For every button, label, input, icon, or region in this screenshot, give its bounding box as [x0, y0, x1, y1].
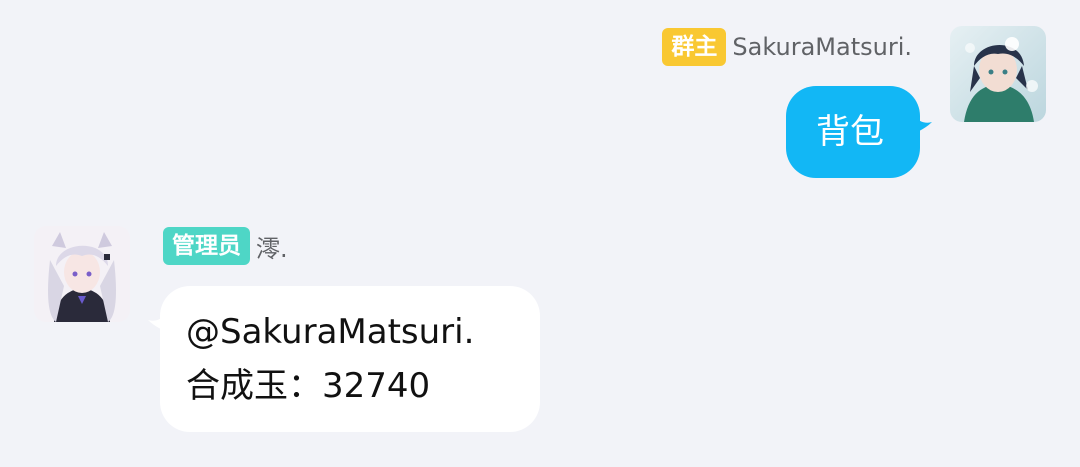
message-incoming: 管理员 澪. @SakuraMatsuri. 合成玉：32740 [0, 200, 1080, 467]
sender-name[interactable]: SakuraMatsuri. [732, 33, 912, 61]
message-outgoing: 群主 SakuraMatsuri. 背包 [0, 0, 1080, 190]
role-badge-owner: 群主 [662, 28, 727, 66]
message-text: 合成玉：32740 [186, 366, 431, 406]
bubble-tail [912, 114, 932, 134]
avatar-sakuramatsuri[interactable] [950, 26, 1046, 122]
message-header: 管理员 澪. [163, 227, 288, 265]
message-bubble[interactable]: 背包 [786, 86, 932, 178]
message-bubble[interactable]: @SakuraMatsuri. 合成玉：32740 [148, 286, 540, 432]
message-text: 背包 [816, 112, 884, 152]
mention-text: @SakuraMatsuri. [186, 312, 475, 352]
message-header: 群主 SakuraMatsuri. [662, 28, 912, 66]
avatar-image [34, 226, 130, 322]
avatar-image [950, 26, 1046, 122]
role-badge-admin: 管理员 [163, 227, 250, 265]
bubble-tail [148, 312, 168, 332]
sender-name[interactable]: 澪. [256, 229, 288, 264]
avatar-admin[interactable] [34, 226, 130, 322]
